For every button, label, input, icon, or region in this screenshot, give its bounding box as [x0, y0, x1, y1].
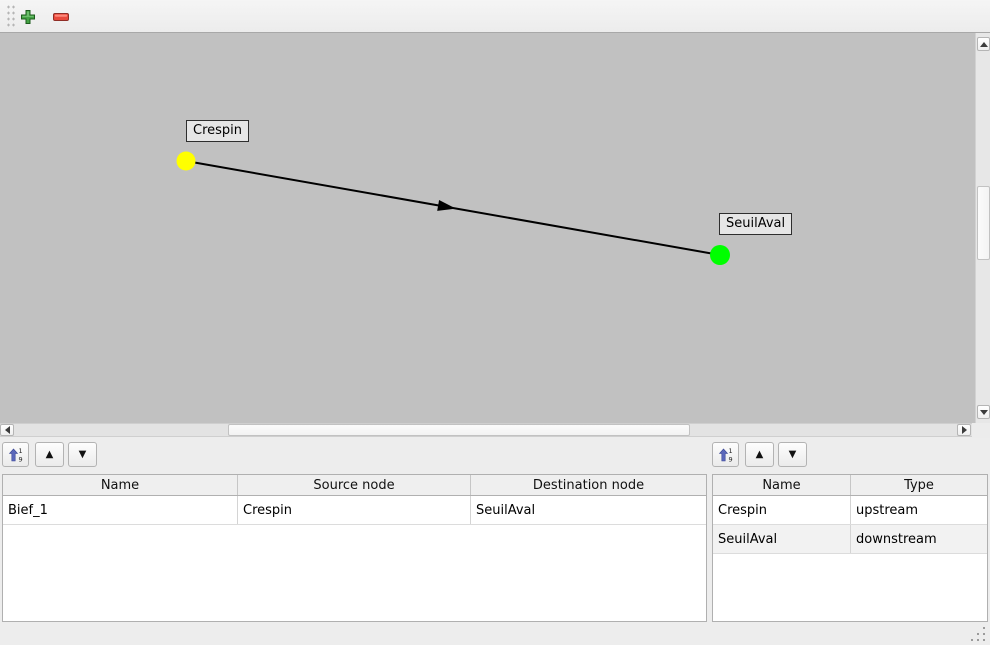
reaches-move-down-button[interactable]: ▼	[68, 442, 97, 467]
minus-icon	[53, 12, 69, 22]
header-type[interactable]: Type	[851, 475, 987, 495]
header-name[interactable]: Name	[713, 475, 851, 495]
arrow-down-icon	[980, 410, 988, 415]
network-graph	[0, 33, 975, 423]
reaches-table: Name Source node Destination node Bief_1…	[2, 474, 707, 622]
cell-node-type[interactable]: upstream	[851, 496, 987, 524]
scroll-up-button[interactable]	[977, 37, 990, 51]
nodes-table-header: Name Type	[713, 475, 987, 496]
node-label-crespin[interactable]: Crespin	[186, 120, 249, 142]
arrow-up-icon	[980, 42, 988, 47]
edge-arrowhead-icon	[437, 200, 457, 214]
node-downstream-circle[interactable]	[710, 245, 730, 265]
cell-node-name[interactable]: SeuilAval	[713, 525, 851, 553]
svg-text:1: 1	[19, 447, 23, 455]
scrollbar-corner	[972, 423, 990, 438]
svg-text:9: 9	[729, 455, 733, 463]
header-destination-node[interactable]: Destination node	[471, 475, 706, 495]
table-row[interactable]: SeuilAval downstream	[713, 525, 987, 554]
triangle-down-icon: ▼	[789, 450, 797, 460]
reaches-move-up-button[interactable]: ▲	[35, 442, 64, 467]
horizontal-scroll-thumb[interactable]	[228, 424, 690, 436]
header-name[interactable]: Name	[3, 475, 238, 495]
add-button[interactable]	[16, 6, 40, 28]
scroll-right-button[interactable]	[957, 424, 971, 436]
triangle-down-icon: ▼	[79, 450, 87, 460]
cell-node-name[interactable]: Crespin	[713, 496, 851, 524]
sort-ascending-icon: 1 9	[718, 447, 733, 463]
plus-icon	[20, 9, 36, 25]
remove-button[interactable]	[49, 6, 73, 28]
svg-text:9: 9	[19, 455, 23, 463]
canvas-vertical-scrollbar[interactable]	[975, 33, 990, 423]
reaches-table-header: Name Source node Destination node	[3, 475, 706, 496]
toolbar-drag-handle[interactable]	[6, 4, 15, 29]
nodes-table: Name Type Crespin upstream SeuilAval dow…	[712, 474, 988, 622]
scroll-down-button[interactable]	[977, 405, 990, 419]
header-source-node[interactable]: Source node	[238, 475, 471, 495]
nodes-move-up-button[interactable]: ▲	[745, 442, 774, 467]
svg-text:1: 1	[729, 447, 733, 455]
main-toolbar	[0, 0, 990, 33]
scroll-left-button[interactable]	[0, 424, 14, 436]
reaches-sort-button[interactable]: 1 9	[2, 442, 29, 467]
nodes-sort-button[interactable]: 1 9	[712, 442, 739, 467]
node-upstream-circle[interactable]	[177, 152, 196, 171]
arrow-right-icon	[962, 426, 967, 434]
cell-reach-destination[interactable]: SeuilAval	[471, 496, 706, 524]
triangle-up-icon: ▲	[46, 450, 54, 460]
node-label-seuilaval[interactable]: SeuilAval	[719, 213, 792, 235]
nodes-move-down-button[interactable]: ▼	[778, 442, 807, 467]
arrow-left-icon	[5, 426, 10, 434]
sort-ascending-icon: 1 9	[8, 447, 23, 463]
resize-grip-icon[interactable]	[983, 639, 985, 641]
table-row[interactable]: Bief_1 Crespin SeuilAval	[3, 496, 706, 525]
canvas-horizontal-scrollbar[interactable]	[0, 423, 972, 437]
cell-reach-source[interactable]: Crespin	[238, 496, 471, 524]
cell-node-type[interactable]: downstream	[851, 525, 987, 553]
vertical-scroll-thumb[interactable]	[977, 186, 990, 260]
cell-reach-name[interactable]: Bief_1	[3, 496, 238, 524]
status-bar	[0, 626, 990, 645]
network-editor-window: { "toolbar": { "add_tooltip": "Add", "re…	[0, 0, 990, 645]
triangle-up-icon: ▲	[756, 450, 764, 460]
table-row[interactable]: Crespin upstream	[713, 496, 987, 525]
network-canvas[interactable]: Crespin SeuilAval	[0, 33, 975, 423]
